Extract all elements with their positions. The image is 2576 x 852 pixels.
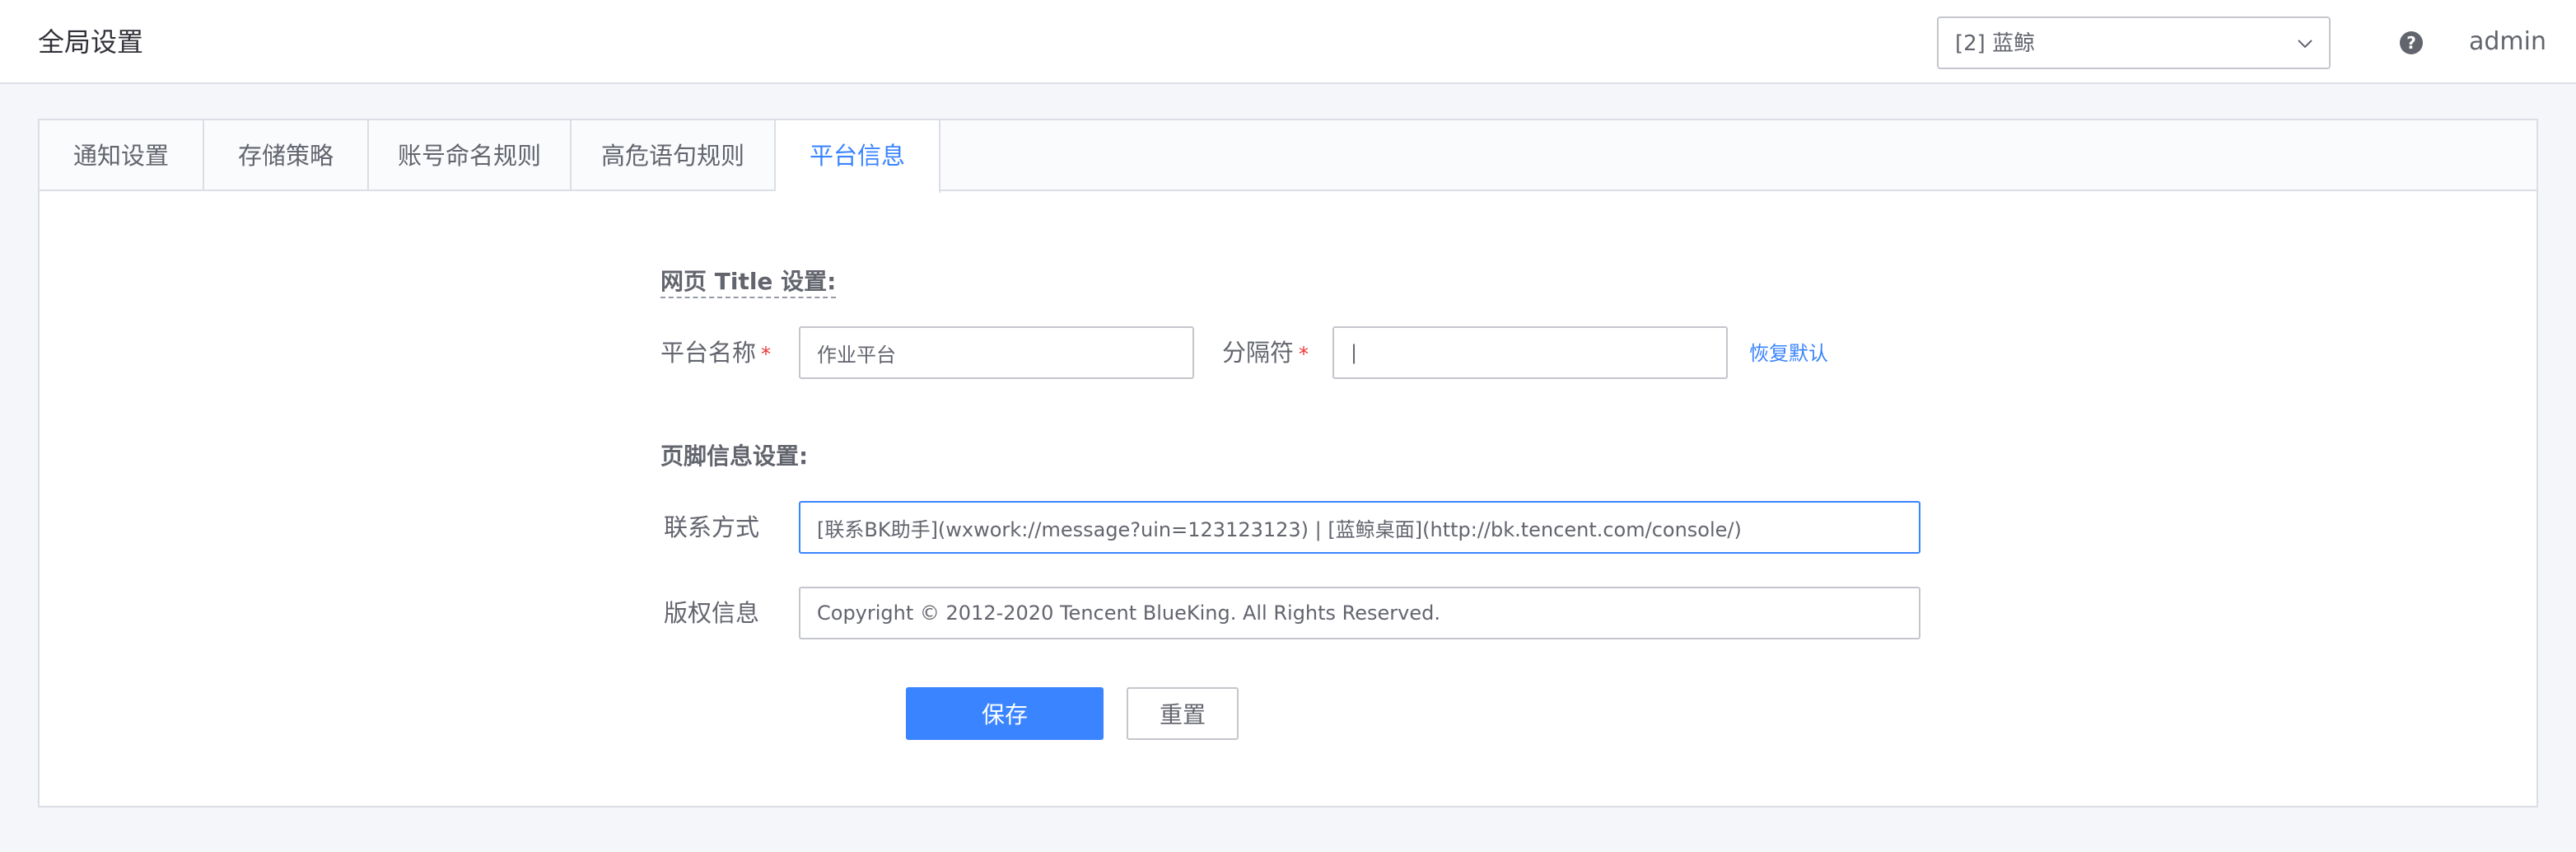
separator-input[interactable] <box>1332 326 1728 379</box>
chevron-down-icon <box>2298 40 2312 49</box>
business-select-value: [2] 蓝鲸 <box>1955 31 2036 56</box>
separator-label: 分隔符 * <box>1222 336 1309 371</box>
platform-name-label: 平台名称 * <box>660 336 771 371</box>
contact-label: 联系方式 <box>664 513 760 541</box>
help-icon[interactable]: ? <box>2400 31 2423 54</box>
settings-card: 通知设置 存储策略 账号命名规则 高危语句规则 平台信息 网页 Title 设置… <box>38 119 2538 808</box>
top-header: 全局设置 [2] 蓝鲸 ? admin <box>0 0 2576 84</box>
business-select[interactable]: [2] 蓝鲸 <box>1937 16 2331 69</box>
reset-button[interactable]: 重置 <box>1127 687 1239 740</box>
copyright-input[interactable] <box>799 587 1920 639</box>
tab-notification[interactable]: 通知设置 <box>40 120 204 191</box>
page-title: 全局设置 <box>38 26 144 58</box>
tab-storage[interactable]: 存储策略 <box>204 120 369 191</box>
copyright-label: 版权信息 <box>664 599 760 627</box>
title-settings-heading: 网页 Title 设置: <box>660 265 837 298</box>
tab-dangerous-rules[interactable]: 高危语句规则 <box>572 120 776 191</box>
required-mark: * <box>761 343 772 366</box>
footer-settings-heading: 页脚信息设置: <box>660 442 809 470</box>
tab-platform-info[interactable]: 平台信息 <box>776 120 940 193</box>
restore-default-link[interactable]: 恢复默认 <box>1749 339 1828 367</box>
tab-account-naming[interactable]: 账号命名规则 <box>369 120 572 191</box>
contact-input[interactable] <box>799 501 1920 554</box>
platform-name-input[interactable] <box>799 326 1194 379</box>
platform-name-label-text: 平台名称 <box>660 339 757 367</box>
user-menu[interactable]: admin <box>2469 25 2546 59</box>
required-mark: * <box>1299 343 1309 366</box>
separator-label-text: 分隔符 <box>1222 339 1295 367</box>
save-button[interactable]: 保存 <box>906 687 1104 740</box>
tab-bar: 通知设置 存储策略 账号命名规则 高危语句规则 平台信息 <box>40 120 2536 193</box>
title-settings-heading-text: 网页 Title 设置: <box>660 268 837 298</box>
